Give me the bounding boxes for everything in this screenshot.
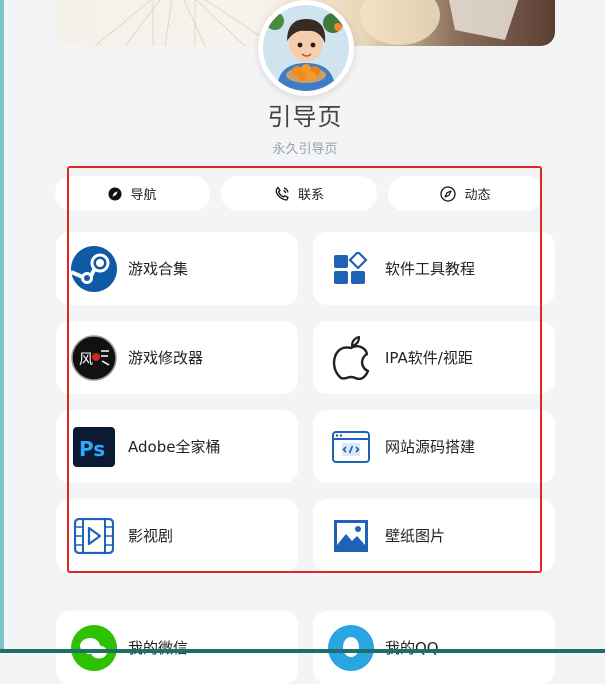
- tab-label: 动态: [464, 188, 491, 203]
- bottom-accent-bar: [0, 649, 605, 653]
- svg-text:Ps: Ps: [79, 437, 105, 461]
- card-game-collection[interactable]: 游戏合集: [56, 232, 298, 305]
- apps-grid-icon: [327, 245, 375, 293]
- card-my-wechat[interactable]: 我的微信: [56, 611, 298, 684]
- card-wallpapers[interactable]: 壁纸图片: [313, 499, 555, 572]
- card-ipa-software[interactable]: IPA软件/视距: [313, 321, 555, 394]
- qq-icon: [327, 624, 375, 672]
- svg-text:风: 风: [79, 352, 93, 368]
- tab-contact[interactable]: 联系: [221, 176, 377, 211]
- page-subtitle: 永久引导页: [272, 142, 338, 157]
- tab-label: 导航: [130, 188, 157, 203]
- tab-dynamic[interactable]: 动态: [388, 176, 543, 211]
- card-label: 网站源码搭建: [385, 438, 476, 456]
- film-icon: [70, 512, 118, 560]
- game-modifier-logo: 风: [70, 334, 118, 382]
- card-adobe-suite[interactable]: Ps Adobe全家桶: [56, 410, 298, 483]
- card-game-modifier[interactable]: 风 游戏修改器: [56, 321, 298, 394]
- card-label: Adobe全家桶: [128, 438, 221, 456]
- card-label: 游戏修改器: [128, 349, 204, 367]
- profile-avatar[interactable]: [258, 0, 354, 96]
- tab-label: 联系: [297, 188, 324, 203]
- card-label: IPA软件/视距: [385, 349, 473, 367]
- dynamic-icon: [440, 185, 457, 202]
- card-label: 我的QQ: [385, 639, 439, 657]
- card-label: 软件工具教程: [385, 260, 476, 278]
- card-label: 壁纸图片: [385, 527, 446, 545]
- page-title: 引导页: [267, 103, 343, 131]
- wechat-icon: [70, 624, 118, 672]
- photoshop-icon: Ps: [70, 423, 118, 471]
- card-my-qq[interactable]: 我的QQ: [313, 611, 555, 684]
- image-icon: [327, 512, 375, 560]
- card-software-tools[interactable]: 软件工具教程: [313, 232, 555, 305]
- card-website-source[interactable]: 网站源码搭建: [313, 410, 555, 483]
- phone-icon: [275, 186, 289, 201]
- card-label: 游戏合集: [128, 260, 189, 278]
- card-label: 我的微信: [128, 639, 189, 657]
- tab-navigation[interactable]: 导航: [55, 176, 210, 211]
- compass-icon: [108, 187, 122, 200]
- card-label: 影视剧: [128, 527, 174, 545]
- steam-icon: [70, 245, 118, 293]
- code-window-icon: [327, 423, 375, 471]
- card-film-tv[interactable]: 影视剧: [56, 499, 298, 572]
- apple-icon: [327, 334, 375, 382]
